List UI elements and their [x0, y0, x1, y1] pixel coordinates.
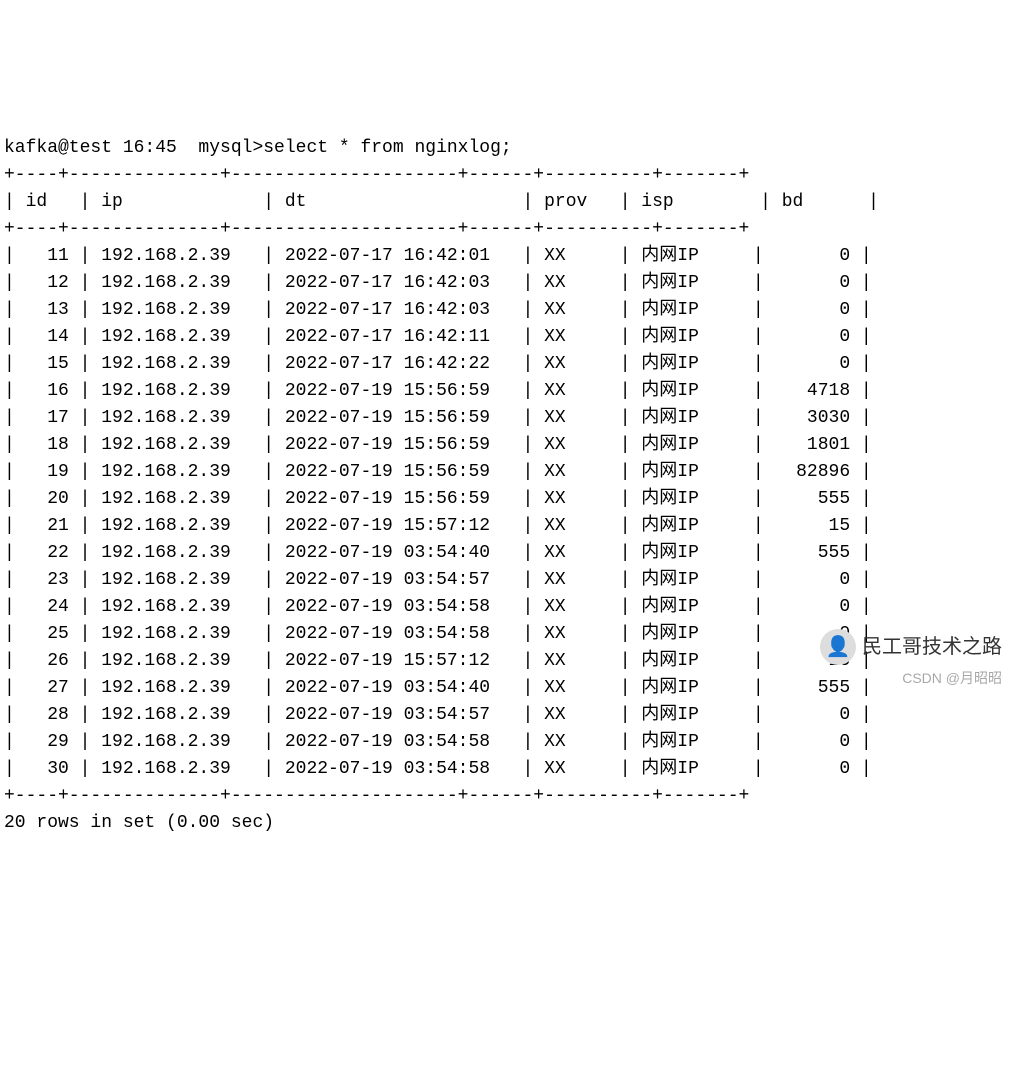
table-border-top: +----+--------------+-------------------… [4, 165, 749, 185]
sql-prompt: kafka@test 16:45 mysql>select * from ngi… [4, 138, 512, 158]
watermark-label: 民工哥技术之路 [862, 632, 1002, 662]
csdn-watermark: CSDN @月昭昭 [902, 668, 1002, 689]
avatar-icon: 👤 [820, 629, 856, 665]
table-border-mid: +----+--------------+-------------------… [4, 219, 749, 239]
table-header-row: | id | ip | dt | prov | isp | bd | [4, 192, 879, 212]
terminal-output: kafka@test 16:45 mysql>select * from ngi… [0, 108, 1012, 837]
table-border-bottom: +----+--------------+-------------------… [4, 786, 749, 806]
watermark: 👤 民工哥技术之路 [820, 629, 1002, 665]
table-body: | 11 | 192.168.2.39 | 2022-07-17 16:42:0… [4, 246, 872, 779]
result-footer: 20 rows in set (0.00 sec) [4, 813, 274, 833]
